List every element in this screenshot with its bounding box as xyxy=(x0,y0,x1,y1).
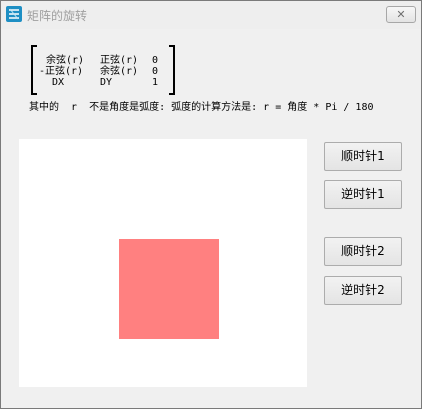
matrix-cell: 正弦(r) xyxy=(100,55,139,66)
rotating-square xyxy=(119,239,219,339)
drawing-canvas[interactable] xyxy=(19,139,307,387)
matrix-cell: DX xyxy=(52,77,65,88)
matrix-left-bracket xyxy=(31,45,37,95)
matrix-right-bracket xyxy=(169,45,175,95)
close-button[interactable]: ✕ xyxy=(386,6,416,23)
rotation-matrix: 余弦(r) 正弦(r) 0 -正弦(r) 余弦(r) 0 DX DY 1 xyxy=(31,45,175,95)
title-bar[interactable]: 矩阵的旋转 ✕ xyxy=(1,1,421,29)
rotate-counterclockwise-1-button[interactable]: 逆时针1 xyxy=(324,180,402,209)
rotate-clockwise-1-button[interactable]: 顺时针1 xyxy=(324,142,402,171)
radian-formula-note: 其中的 r 不是角度是弧度: 弧度的计算方法是: r = 角度 * Pi / 1… xyxy=(29,102,374,113)
matrix-cell: -正弦(r) xyxy=(39,66,84,77)
rotate-clockwise-2-button[interactable]: 顺时针2 xyxy=(324,237,402,266)
matrix-cell: 余弦(r) xyxy=(100,66,139,77)
matrix-cell: DY xyxy=(100,77,113,88)
matrix-cell: 0 xyxy=(152,66,159,77)
window-title: 矩阵的旋转 xyxy=(27,9,88,23)
rotate-counterclockwise-2-button[interactable]: 逆时针2 xyxy=(324,276,402,305)
app-window: 矩阵的旋转 ✕ 余弦(r) 正弦(r) 0 -正弦(r) 余弦(r) 0 DX … xyxy=(0,0,422,409)
matrix-cell: 余弦(r) xyxy=(46,55,85,66)
app-icon xyxy=(6,6,22,22)
matrix-cell: 1 xyxy=(152,77,159,88)
matrix-cell: 0 xyxy=(152,55,159,66)
